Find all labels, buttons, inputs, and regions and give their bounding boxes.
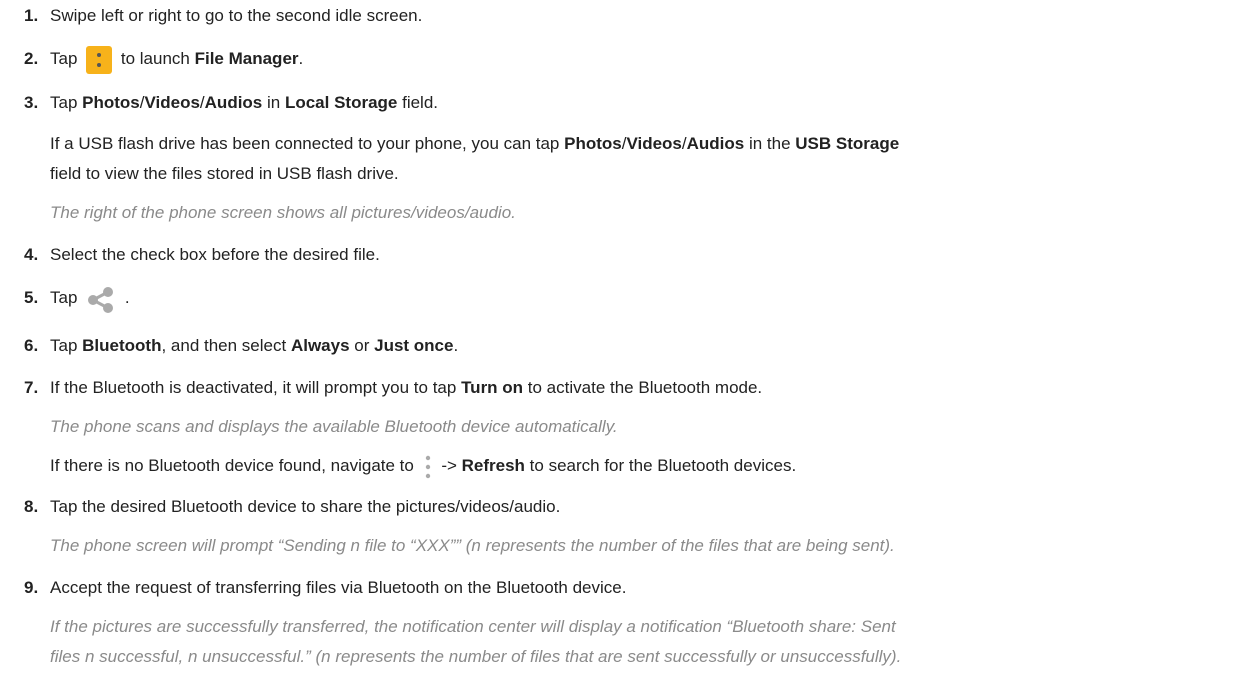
step-text: If the Bluetooth is deactivated, it will… <box>50 373 762 403</box>
step-number: 9. <box>24 578 39 597</box>
step-text: Accept the request of transferring files… <box>50 573 626 603</box>
text-run: Tap <box>50 49 83 68</box>
text-run: or <box>349 336 375 355</box>
text-run: , and then select <box>161 336 291 355</box>
step-number: 7. <box>24 378 39 397</box>
text-run: field to view the files stored in USB fl… <box>50 164 399 183</box>
text-run: The phone scans and displays the availab… <box>50 417 618 436</box>
text-run: Tap <box>50 336 83 355</box>
bold-term: Photos <box>82 93 140 112</box>
bold-term: Audios <box>686 134 745 153</box>
step-text: Tap the desired Bluetooth device to shar… <box>50 492 560 522</box>
step-subtext: field to view the files stored in USB fl… <box>50 159 399 189</box>
step-text: Tap Bluetooth, and then select Always or… <box>50 331 458 361</box>
bold-term: Refresh <box>461 456 525 475</box>
text-run: If a USB flash drive has been connected … <box>50 134 565 153</box>
step-number: 5. <box>24 288 39 307</box>
bold-term: Audios <box>204 93 263 112</box>
instruction-document: 1. Swipe left or right to go to the seco… <box>0 0 1250 673</box>
bold-term: Videos <box>626 134 682 153</box>
step-text: Tap to launch File Manager. <box>50 44 303 74</box>
text-run: to activate the Bluetooth mode. <box>523 378 763 397</box>
bold-term: Videos <box>144 93 200 112</box>
text-run: Tap <box>50 93 83 112</box>
step-number: 2. <box>24 49 39 68</box>
text-run: -> <box>436 456 462 475</box>
bold-term: Bluetooth <box>82 336 162 355</box>
result-note: The phone screen will prompt “Sending n … <box>50 531 895 561</box>
step-number: 6. <box>24 336 39 355</box>
text-run: . <box>120 288 130 307</box>
result-note: If the pictures are successfully transfe… <box>50 612 896 642</box>
text-run: . <box>453 336 459 355</box>
text-run: Select the check box before the desired … <box>50 245 380 264</box>
text-run: in the <box>744 134 796 153</box>
step-number: 3. <box>24 93 39 112</box>
text-run: Accept the request of transferring files… <box>50 578 627 597</box>
file-manager-icon <box>86 45 113 74</box>
bold-term: File Manager <box>194 49 299 68</box>
result-note: The phone scans and displays the availab… <box>50 412 618 442</box>
result-note: files n successful, n unsuccessful.” (n … <box>50 642 901 672</box>
step-subtext: If a USB flash drive has been connected … <box>50 129 899 159</box>
result-note: The right of the phone screen shows all … <box>50 198 516 228</box>
text-run: files n successful, n unsuccessful.” (n … <box>50 647 902 666</box>
bold-term: Always <box>290 336 350 355</box>
text-run: Tap the desired Bluetooth device to shar… <box>50 497 561 516</box>
step-text: Tap . <box>50 283 130 313</box>
text-run: If the Bluetooth is deactivated, it will… <box>50 378 462 397</box>
text-run: If there is no Bluetooth device found, n… <box>50 456 419 475</box>
step-number: 4. <box>24 245 39 264</box>
bold-term: Just once <box>374 336 454 355</box>
text-run: Tap <box>50 288 83 307</box>
text-run: If the pictures are successfully transfe… <box>50 617 896 636</box>
text-run: . <box>298 49 304 68</box>
share-icon <box>86 285 116 313</box>
step-text: Swipe left or right to go to the second … <box>50 1 422 31</box>
text-run: to launch <box>116 49 195 68</box>
text-run: field. <box>397 93 439 112</box>
bold-term: Turn on <box>461 378 524 397</box>
step-text: Select the check box before the desired … <box>50 240 380 270</box>
text-run: The right of the phone screen shows all … <box>50 203 516 222</box>
menu-dots-icon <box>423 454 433 480</box>
bold-term: Local Storage <box>284 93 398 112</box>
step-text: Tap Photos/Videos/Audios in Local Storag… <box>50 88 438 118</box>
step-subtext: If there is no Bluetooth device found, n… <box>50 451 796 481</box>
text-run: to search for the Bluetooth devices. <box>524 456 797 475</box>
bold-term: Photos <box>564 134 622 153</box>
step-number: 8. <box>24 497 39 516</box>
bold-term: USB Storage <box>795 134 900 153</box>
step-number: 1. <box>24 6 39 25</box>
text-run: in <box>262 93 285 112</box>
text-run: Swipe left or right to go to the second … <box>50 6 423 25</box>
text-run: The phone screen will prompt “Sending n … <box>50 536 895 555</box>
